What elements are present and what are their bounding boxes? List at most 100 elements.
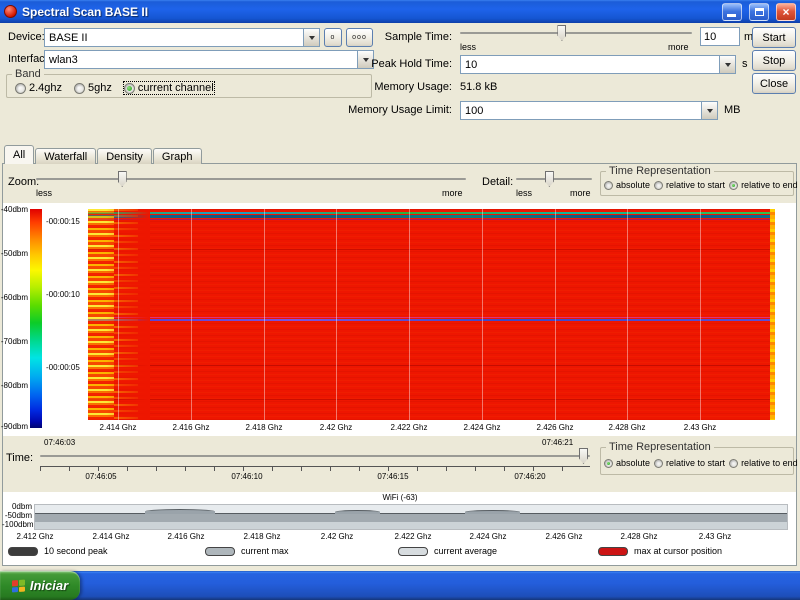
wf-freq-label: 2.422 Ghz (384, 423, 434, 432)
time-axis-label: 07:46:10 (223, 472, 271, 481)
spectrum-peak (465, 510, 520, 514)
freq-gridline (118, 209, 119, 420)
band-radio-5ghz[interactable]: 5ghz (74, 82, 112, 94)
zoom-slider-thumb[interactable] (118, 171, 127, 187)
wf-dbm-label: -40dbm (0, 205, 28, 214)
time-range-start: 07:46:03 (44, 438, 75, 447)
radio-icon (74, 83, 85, 94)
sp-freq-label: 2.42 Ghz (310, 532, 364, 541)
restore-icon (755, 8, 764, 16)
restore-button[interactable] (749, 3, 769, 21)
zoom-more-label: more (442, 188, 463, 198)
device-dropdown-arrow-icon[interactable] (303, 29, 319, 46)
freq-gridline (482, 209, 483, 420)
radio-checked-icon (604, 459, 613, 468)
timerep-top-relative-end[interactable]: relative to end (729, 180, 798, 190)
zoom-slider[interactable] (36, 170, 466, 188)
minimize-icon (727, 14, 736, 17)
sample-time-label: Sample Time: (330, 31, 452, 43)
band-group: Band 2.4ghz 5ghz current channel (6, 68, 372, 98)
band-radio-current-channel[interactable]: current channel (124, 82, 214, 94)
sample-time-slider[interactable] (460, 24, 692, 42)
time-slider-thumb[interactable] (579, 448, 588, 464)
wf-dbm-label: -90dbm (0, 422, 28, 431)
sp-freq-label: 2.424 Ghz (461, 532, 515, 541)
radio-icon (15, 83, 26, 94)
sp-dbm-label: 0dbm (2, 502, 32, 511)
peak-hold-dropdown-arrow-icon[interactable] (719, 56, 735, 73)
wf-freq-label: 2.42 Ghz (311, 423, 361, 432)
view-tabs: All Waterfall Density Graph (4, 146, 203, 164)
radio-checked-icon (729, 181, 738, 190)
sp-freq-label: 2.418 Ghz (235, 532, 289, 541)
memory-usage-limit-select[interactable]: 100 (460, 101, 718, 120)
timerep-top-relative-start[interactable]: relative to start (654, 180, 725, 190)
device-label: Device: (8, 31, 45, 43)
sp-freq-label: 2.414 Ghz (84, 532, 138, 541)
band-radio-24ghz[interactable]: 2.4ghz (15, 82, 62, 94)
memory-usage-label: Memory Usage: (330, 81, 452, 93)
sample-time-slider-track[interactable] (460, 32, 692, 34)
timerep-top-absolute[interactable]: absolute (604, 180, 650, 190)
waterfall-canvas[interactable] (88, 209, 775, 420)
peak-hold-time-value: 10 (461, 56, 719, 73)
window-titlebar[interactable]: Spectral Scan BASE II × (0, 0, 800, 23)
windows-logo-icon (12, 579, 25, 592)
wf-time-label: -00:00:15 (46, 217, 80, 226)
timerep-bottom-absolute[interactable]: absolute (604, 458, 650, 468)
sample-time-slider-thumb[interactable] (557, 25, 566, 41)
wf-freq-label: 2.414 Ghz (93, 423, 143, 432)
sp-freq-label: 2.428 Ghz (612, 532, 666, 541)
peak-hold-time-select[interactable]: 10 (460, 55, 736, 74)
device-value: BASE II (45, 29, 303, 46)
window-title: Spectral Scan BASE II (22, 5, 715, 19)
detail-slider-track[interactable] (516, 178, 592, 180)
radio-icon (729, 459, 738, 468)
legend-current-average: current average (398, 546, 497, 556)
freq-gridline (336, 209, 337, 420)
sample-time-input[interactable] (700, 27, 740, 46)
legend-10-second-peak: 10 second peak (8, 546, 108, 556)
memory-limit-dropdown-arrow-icon[interactable] (701, 102, 717, 119)
time-slider[interactable] (40, 447, 590, 465)
zoom-label: Zoom: (8, 176, 39, 188)
start-button[interactable]: Start (752, 27, 796, 48)
interface-value: wlan3 (45, 51, 357, 68)
close-button[interactable]: Close (752, 73, 796, 94)
spectrum-plot[interactable] (34, 504, 788, 530)
close-window-button[interactable]: × (776, 3, 796, 21)
zoom-slider-track[interactable] (36, 178, 466, 180)
start-menu-button[interactable]: Iniciar (0, 571, 80, 600)
freq-gridline (264, 209, 265, 420)
stop-button[interactable]: Stop (752, 50, 796, 71)
tab-waterfall[interactable]: Waterfall (35, 148, 96, 164)
detail-slider[interactable] (516, 170, 592, 188)
timerep-bottom-relative-end[interactable]: relative to end (729, 458, 798, 468)
time-representation-group-bottom: Time Representation absolute relative to… (600, 441, 794, 475)
peak-hold-time-label: Peak Hold Time: (330, 58, 452, 70)
time-slider-track[interactable] (40, 455, 590, 457)
timerep-bottom-relative-start[interactable]: relative to start (654, 458, 725, 468)
radio-icon (604, 181, 613, 190)
minimize-button[interactable] (722, 3, 742, 21)
wf-time-label: -00:00:10 (46, 290, 80, 299)
interface-select[interactable]: wlan3 (44, 50, 374, 69)
detail-slider-thumb[interactable] (545, 171, 554, 187)
memory-usage-value: 51.8 kB (460, 81, 497, 93)
wf-dbm-label: -70dbm (0, 337, 28, 346)
legend-max-at-cursor: max at cursor position (598, 546, 722, 556)
detail-label: Detail: (482, 176, 513, 188)
tab-graph[interactable]: Graph (153, 148, 202, 164)
tab-all[interactable]: All (4, 145, 34, 164)
sp-dbm-label: -100dbm (2, 520, 32, 529)
sample-time-less-label: less (460, 42, 476, 52)
freq-gridline (409, 209, 410, 420)
time-representation-group-top: Time Representation absolute relative to… (600, 165, 794, 196)
device-select[interactable]: BASE II (44, 28, 320, 47)
freq-gridline (191, 209, 192, 420)
legend-swatch (8, 547, 38, 556)
tab-density[interactable]: Density (97, 148, 152, 164)
legend-swatch (398, 547, 428, 556)
legend-swatch (205, 547, 235, 556)
time-axis-label: 07:46:05 (77, 472, 125, 481)
